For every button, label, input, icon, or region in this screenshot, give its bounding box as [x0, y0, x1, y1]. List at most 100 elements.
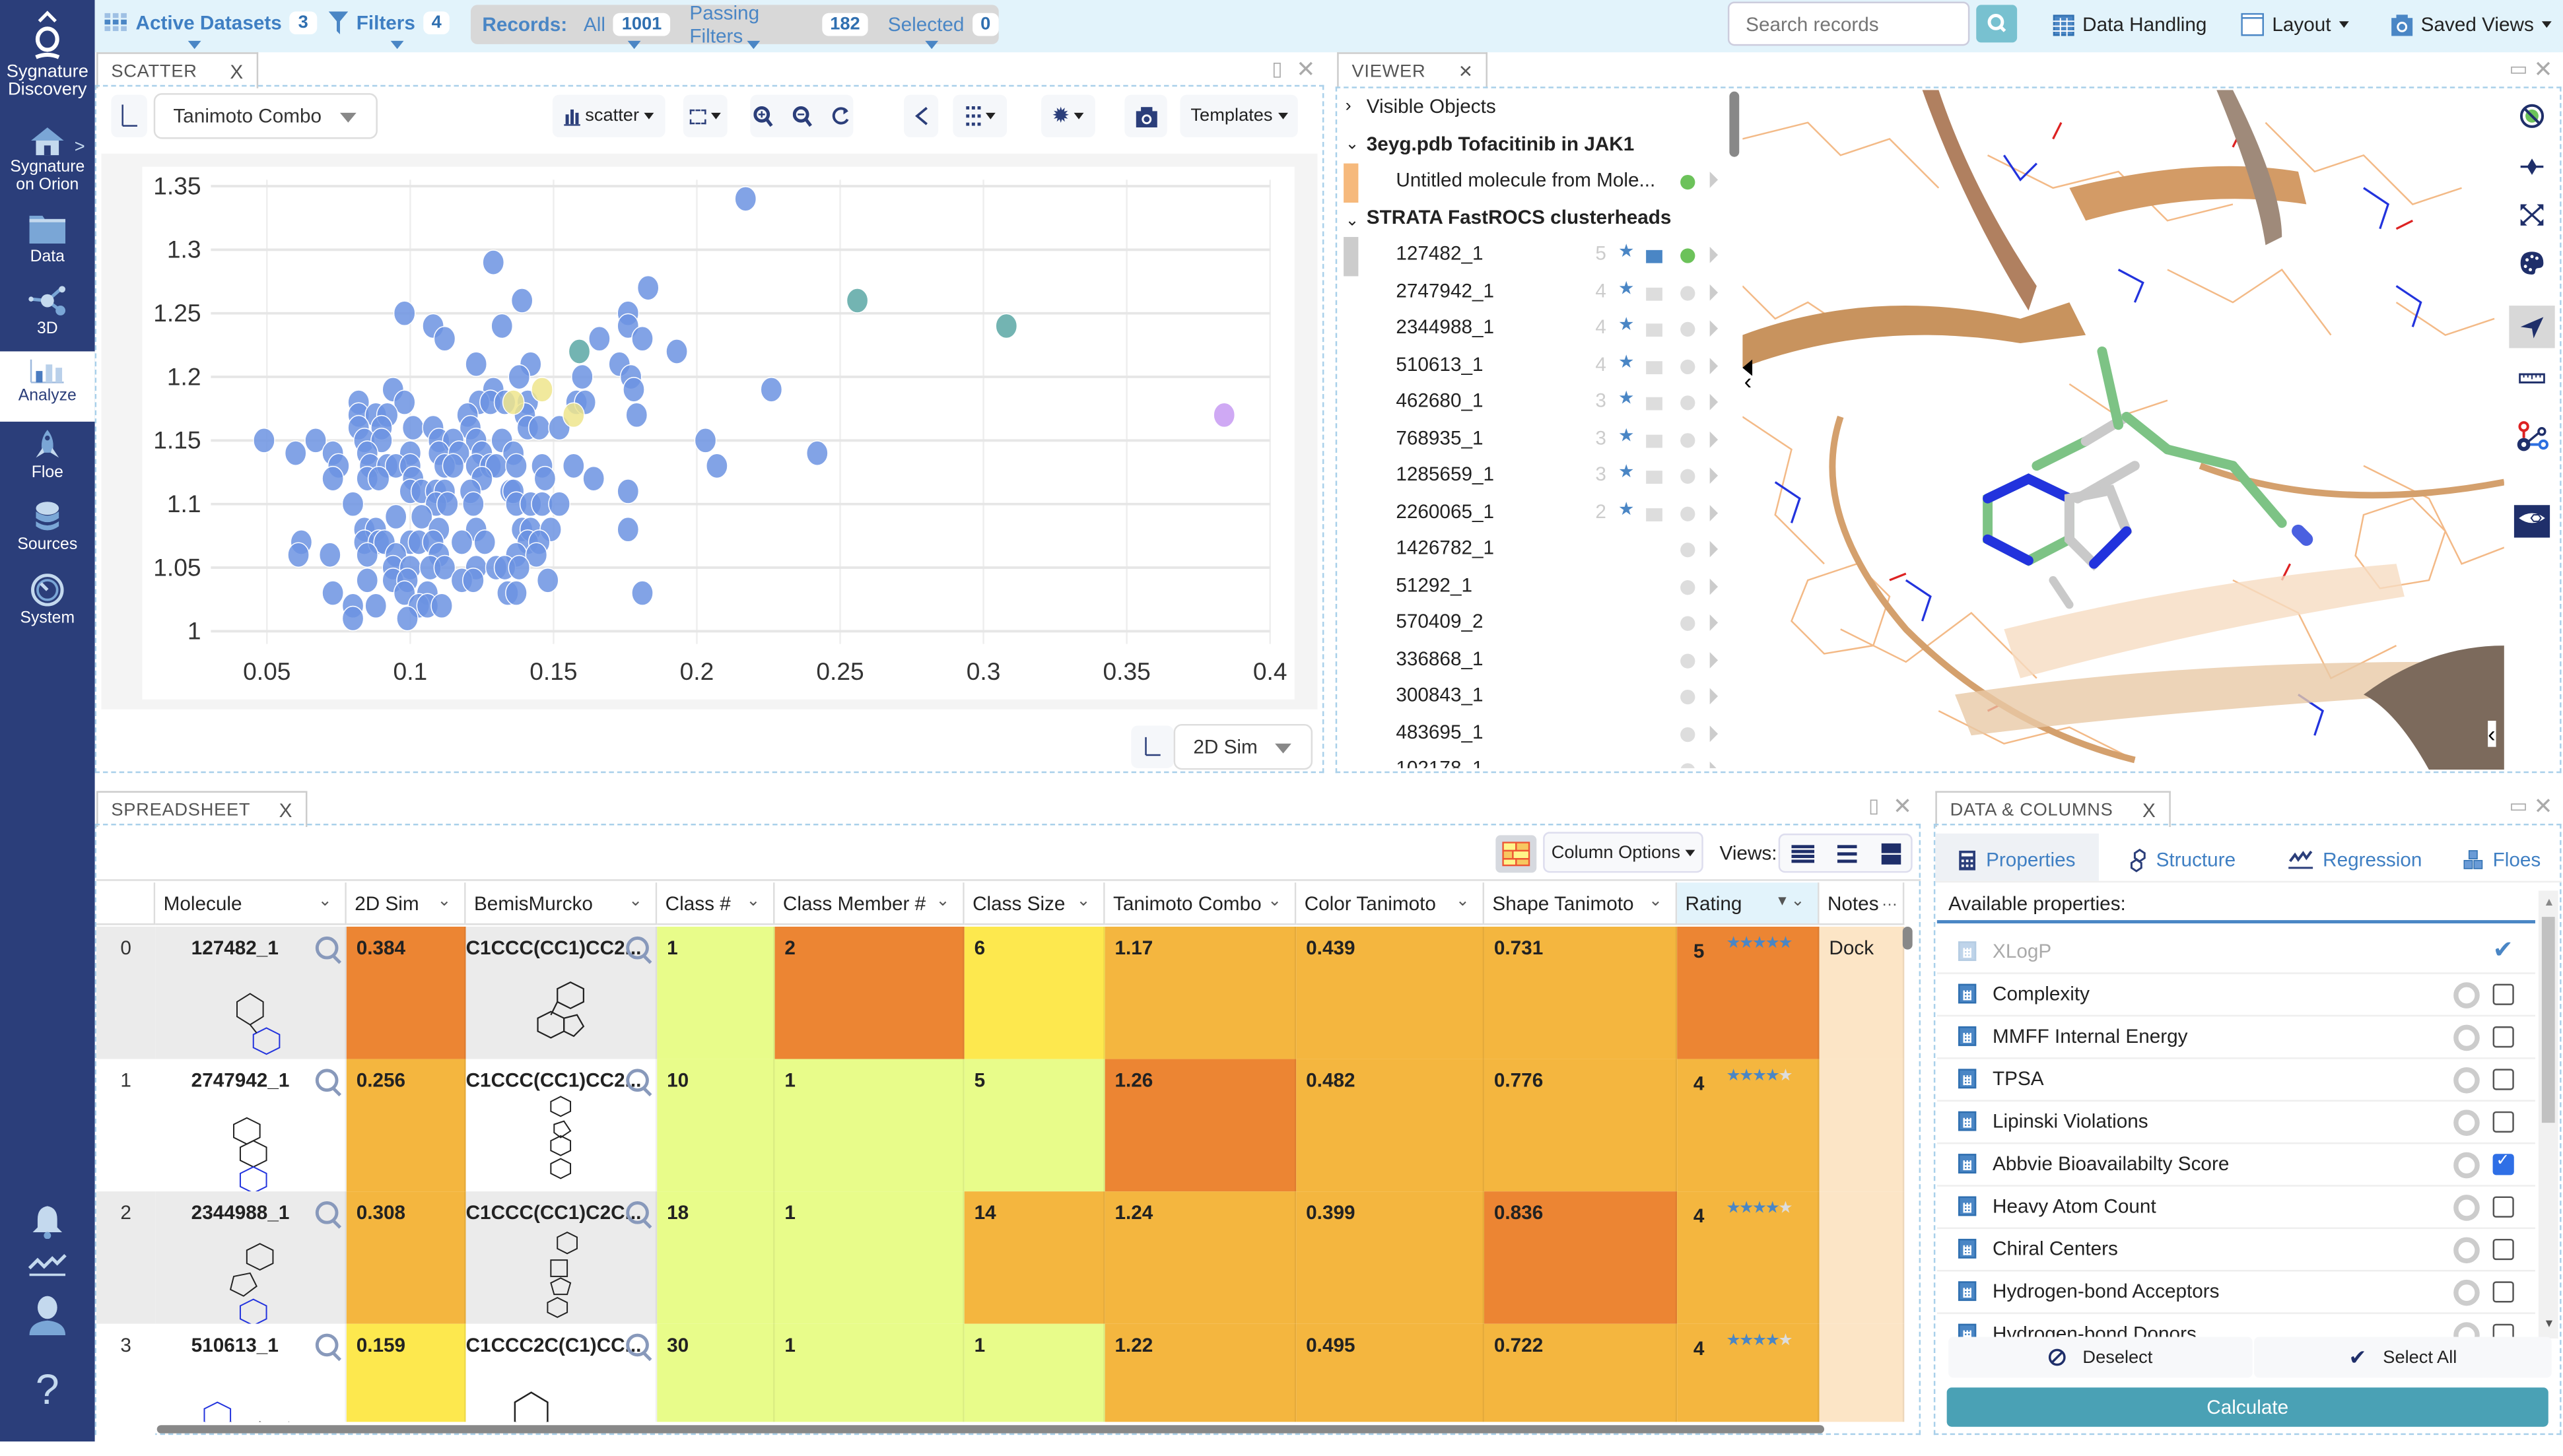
comment-icon[interactable]: [1646, 249, 1662, 263]
column-header[interactable]: Class Size ⌄: [964, 882, 1105, 925]
table-cell-color[interactable]: 0.439: [1296, 927, 1485, 1059]
star-icon[interactable]: ★: [1618, 498, 1634, 519]
table-cell-rating[interactable]: 4 ★★★★★: [1677, 1059, 1820, 1192]
table-cell-notes[interactable]: Dock: [1819, 927, 1905, 1059]
comment-icon[interactable]: [1646, 397, 1662, 411]
comment-icon[interactable]: [1646, 360, 1662, 374]
star-icon[interactable]: ★: [1752, 1332, 1767, 1350]
column-header[interactable]: BemisMurcko ⌄: [465, 882, 658, 925]
viewer-maximize-icon[interactable]: ▭: [2509, 57, 2527, 81]
table-cell-color[interactable]: 0.482: [1296, 1059, 1485, 1192]
star-icon[interactable]: ★: [1778, 1067, 1793, 1085]
table-cell-size[interactable]: 14: [964, 1191, 1105, 1324]
column-header[interactable]: Color Tanimoto ⌄: [1296, 882, 1485, 925]
layout-menu[interactable]: Layout: [2241, 13, 2349, 36]
property-row[interactable]: Chiral Centers: [1936, 1228, 2535, 1272]
column-header[interactable]: 2D Sim ⌄: [346, 882, 466, 925]
star-icon[interactable]: ★: [1778, 1332, 1793, 1350]
visibility-dot-icon[interactable]: [1680, 395, 1695, 411]
item-arrow-icon[interactable]: [1709, 393, 1719, 411]
table-cell-color[interactable]: 0.399: [1296, 1191, 1485, 1324]
star-icon[interactable]: ★: [1726, 1332, 1740, 1350]
table-cell-bm[interactable]: C1CCC(CC1)C2C...: [465, 1191, 658, 1324]
table-cell-tcombo[interactable]: 1.24: [1105, 1191, 1297, 1324]
viewer-list-item[interactable]: 483695_1: [1340, 715, 1729, 750]
star-icon[interactable]: ★: [1765, 1200, 1780, 1218]
viewer-list-item[interactable]: 1426782_1: [1340, 531, 1729, 567]
properties-scrollbar-track[interactable]: ▲ ▼: [2538, 890, 2558, 1339]
star-icon[interactable]: ★: [1618, 350, 1634, 372]
viewer-list-item[interactable]: 2747942_1 4 ★: [1340, 274, 1729, 310]
star-icon[interactable]: ★: [1752, 1067, 1767, 1085]
row-index[interactable]: 0: [96, 927, 156, 1059]
large-view-icon[interactable]: [1881, 843, 1901, 865]
table-cell-molecule[interactable]: 510613_1: [155, 1323, 347, 1422]
comment-icon[interactable]: [1646, 323, 1662, 337]
column-more-icon[interactable]: …: [1882, 892, 1898, 910]
item-arrow-icon[interactable]: [1709, 614, 1719, 631]
visibility-dot-icon[interactable]: [1680, 543, 1695, 558]
property-checkbox[interactable]: [2492, 1069, 2514, 1090]
3d-viewport[interactable]: ‹ ‹: [1742, 90, 2504, 770]
table-cell-class[interactable]: 10: [657, 1059, 775, 1192]
sort-desc-icon[interactable]: ▾ ⌄: [1778, 892, 1804, 910]
star-icon[interactable]: ★: [1618, 461, 1634, 482]
table-cell-bm[interactable]: C1CCC2C(C1)CC...: [465, 1323, 658, 1422]
rating-stars[interactable]: ★★★★★: [1726, 1200, 1793, 1218]
table-vertical-scrollbar[interactable]: [1902, 927, 1913, 950]
row-index[interactable]: 3: [96, 1323, 156, 1456]
table-cell-member[interactable]: 1: [774, 1059, 965, 1192]
table-cell-bm[interactable]: C1CCC(CC1)CC2...: [465, 1059, 658, 1192]
search-records-input[interactable]: [1727, 1, 1970, 46]
item-arrow-icon[interactable]: [1709, 357, 1719, 374]
visibility-dot-icon[interactable]: [1680, 432, 1695, 447]
property-checkbox[interactable]: [2492, 983, 2514, 1005]
spreadsheet-tab[interactable]: SPREADSHEET X: [96, 791, 308, 827]
property-row[interactable]: MMFF Internal Energy: [1936, 1015, 2535, 1059]
star-icon[interactable]: ★: [1752, 1200, 1767, 1218]
scroll-down-icon[interactable]: ▼: [2543, 1319, 2554, 1330]
star-icon[interactable]: ★: [1618, 314, 1634, 335]
item-arrow-icon[interactable]: [1709, 467, 1719, 484]
visibility-dot-icon[interactable]: [1680, 321, 1695, 337]
column-header[interactable]: Molecule ⌄: [155, 882, 347, 925]
column-header[interactable]: Shape Tanimoto ⌄: [1484, 882, 1678, 925]
column-header[interactable]: Class Member # ⌄: [774, 882, 965, 925]
viewer-list-item[interactable]: 462680_1 3 ★: [1340, 384, 1729, 420]
table-cell-tcombo[interactable]: 1.17: [1105, 927, 1297, 1059]
star-icon[interactable]: ★: [1739, 1067, 1754, 1085]
heatmap-toggle-button[interactable]: [1495, 835, 1537, 873]
table-cell-member[interactable]: 2: [774, 927, 965, 1059]
spreadsheet-maximize-icon[interactable]: ▯: [1868, 794, 1879, 817]
item-arrow-icon[interactable]: [1709, 761, 1719, 768]
visibility-dot-icon[interactable]: [1680, 653, 1695, 668]
visibility-dot-icon[interactable]: [1680, 616, 1695, 631]
medium-view-icon[interactable]: [1837, 845, 1857, 863]
star-icon[interactable]: ★: [1739, 1200, 1754, 1218]
bell-icon[interactable]: [31, 1203, 64, 1239]
data-columns-close-window-icon[interactable]: ✕: [2533, 793, 2552, 820]
item-arrow-icon[interactable]: [1709, 688, 1719, 705]
star-icon[interactable]: ★: [1778, 935, 1793, 952]
select-all-button[interactable]: ✔ Select All: [2254, 1337, 2552, 1378]
item-arrow-icon[interactable]: [1709, 320, 1719, 337]
viewer-list-item[interactable]: 2260065_1 2 ★: [1340, 494, 1729, 530]
comment-icon[interactable]: [1646, 471, 1662, 484]
table-cell-notes[interactable]: [1819, 1059, 1905, 1192]
table-cell-sim2d[interactable]: 0.256: [346, 1059, 466, 1192]
item-arrow-icon[interactable]: [1709, 578, 1719, 595]
column-header[interactable]: Notes…: [1819, 882, 1905, 925]
item-arrow-icon[interactable]: [1709, 504, 1719, 521]
visibility-dot-icon[interactable]: [1680, 358, 1695, 374]
data-handling-button[interactable]: Data Handling: [2053, 13, 2206, 36]
property-row[interactable]: Hydrogen-bond Acceptors: [1936, 1270, 2535, 1314]
tab-regression[interactable]: Regression: [2288, 840, 2422, 879]
column-header[interactable]: Class # ⌄: [657, 882, 775, 925]
expand-panel-chevron-icon[interactable]: ‹: [2488, 721, 2496, 747]
search-button[interactable]: [1976, 5, 2018, 43]
item-arrow-icon[interactable]: [1709, 725, 1719, 741]
collapse-panel-chevron-icon[interactable]: ‹: [1744, 368, 1752, 394]
table-cell-rating[interactable]: 4 ★★★★★: [1677, 1191, 1820, 1324]
scroll-up-icon[interactable]: ▲: [2543, 897, 2554, 908]
table-cell-sim2d[interactable]: 0.384: [346, 927, 466, 1059]
